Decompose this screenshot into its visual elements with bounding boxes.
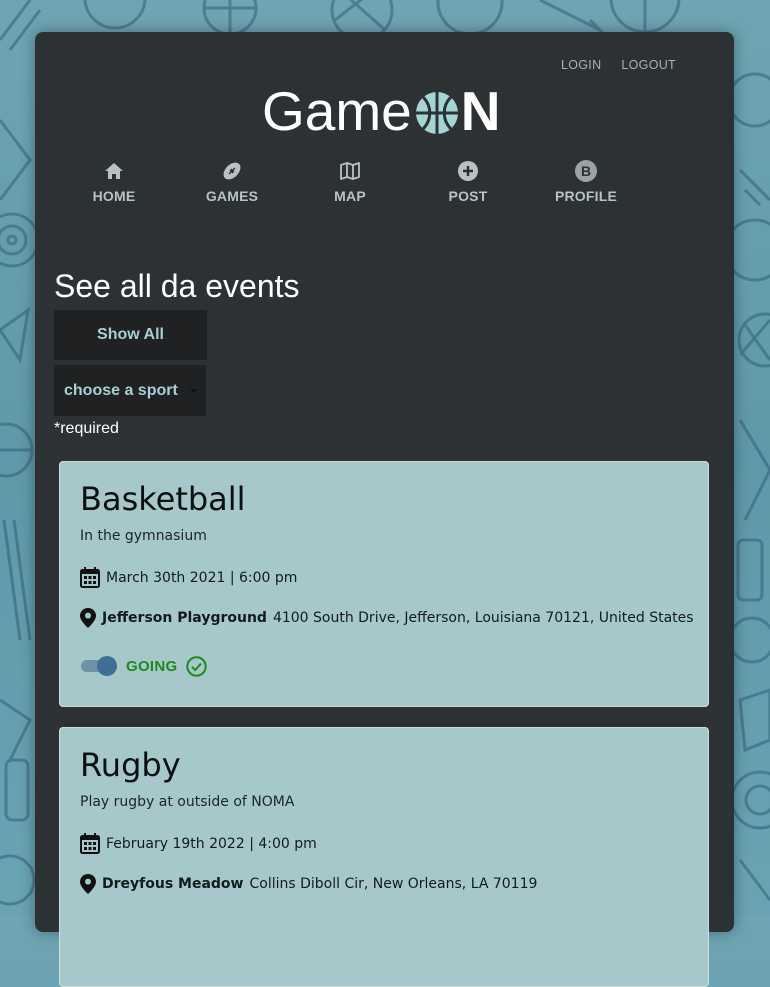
event-title: Basketball [80,480,246,518]
nav-item-profile[interactable]: B PROFILE [541,160,631,204]
calendar-icon [80,567,100,588]
check-circle-icon [185,655,207,677]
plus-circle-icon [457,160,479,182]
event-card[interactable]: Basketball In the gymnasium March 30th 2… [59,461,709,707]
nav-label-profile: PROFILE [554,188,618,204]
map-icon [339,160,361,182]
event-address: Collins Diboll Cir, New Orleans, LA 7011… [249,876,538,892]
logo-text-left: Game [262,80,412,142]
logout-link[interactable]: LOGOUT [621,58,676,72]
nav-item-map[interactable]: MAP [305,160,395,204]
event-location-row: Dreyfous Meadow Collins Diboll Cir, New … [80,874,537,894]
going-toggle[interactable] [80,655,118,677]
event-venue: Dreyfous Meadow [102,876,244,892]
event-datetime: March 30th 2021 | 6:00 pm [106,569,298,586]
going-row: GOING [80,655,207,677]
chevron-down-icon [190,389,198,393]
calendar-icon [80,833,100,854]
sport-select-value: choose a sport [64,381,178,399]
basketball-icon [415,92,458,134]
show-all-button[interactable]: Show All [54,310,207,360]
required-note: *required [54,420,119,437]
event-card[interactable]: Rugby Play rugby at outside of NOMA Febr… [59,727,709,987]
event-description: Play rugby at outside of NOMA [80,794,295,810]
nav-item-games[interactable]: GAMES [187,160,277,204]
avatar: B [575,160,597,182]
event-date-row: March 30th 2021 | 6:00 pm [80,567,297,588]
going-label: GOING [126,657,178,675]
login-link[interactable]: LOGIN [561,58,601,72]
nav-item-post[interactable]: POST [423,160,513,204]
map-pin-icon [80,608,96,628]
event-date-row: February 19th 2022 | 4:00 pm [80,833,317,854]
main-nav: HOME GAMES MAP POST B PROFILE [35,160,734,210]
event-address: 4100 South Drive, Jefferson, Louisiana 7… [272,610,694,626]
home-icon [103,160,125,182]
event-venue: Jefferson Playground [102,610,267,626]
football-icon [221,160,243,182]
main-panel: LOGIN LOGOUT Game N HOME GAMES MAP POST … [35,32,734,987]
nav-label-home: HOME [92,188,136,204]
logo-text-right: N [460,80,501,142]
map-pin-icon [80,874,96,894]
nav-label-games: GAMES [205,188,259,204]
event-description: In the gymnasium [80,528,207,544]
page-title: See all da events [54,268,300,304]
auth-links: LOGIN LOGOUT [561,58,676,72]
event-datetime: February 19th 2022 | 4:00 pm [106,835,317,852]
event-title: Rugby [80,746,181,784]
nav-label-post: POST [448,188,488,204]
sport-select[interactable]: choose a sport [54,365,206,416]
event-location-row: Jefferson Playground 4100 South Drive, J… [80,608,694,628]
app-logo[interactable]: Game N [262,82,501,140]
nav-label-map: MAP [334,188,366,204]
nav-item-home[interactable]: HOME [69,160,159,204]
